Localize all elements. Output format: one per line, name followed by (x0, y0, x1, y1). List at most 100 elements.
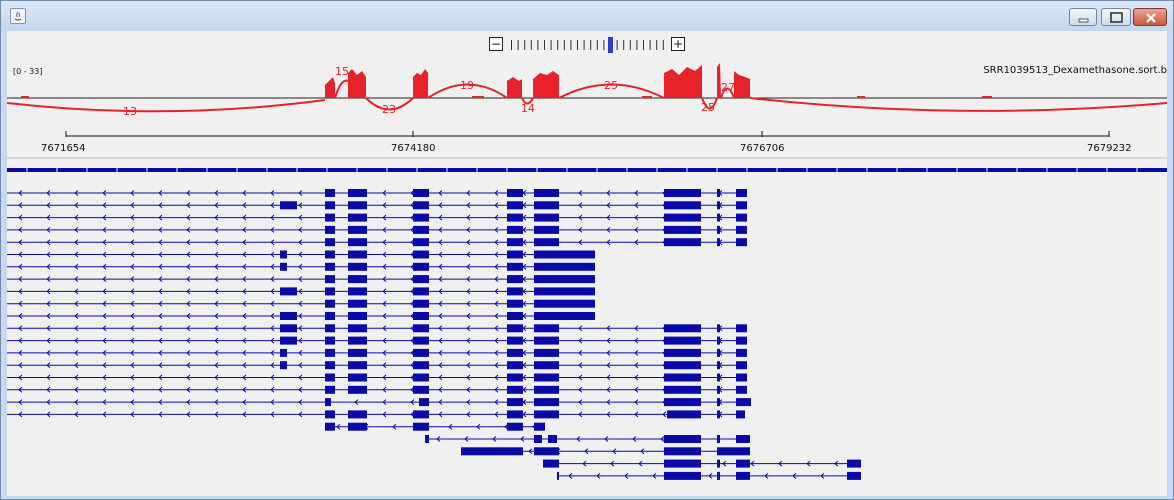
exon-block (534, 238, 559, 247)
exon-block (507, 201, 523, 210)
exon-block (413, 189, 429, 197)
exon-block (413, 312, 429, 320)
exon-block (280, 201, 297, 210)
exon-block (534, 336, 559, 345)
exon-block (534, 225, 559, 234)
exon-block (413, 324, 429, 333)
exon-block (664, 471, 701, 480)
exon-block (736, 201, 747, 210)
exon-block (413, 275, 429, 284)
exon-block (507, 312, 523, 320)
exon-block (325, 287, 335, 296)
minimize-button[interactable] (1069, 8, 1097, 26)
exon-block (280, 348, 287, 357)
alignment-canvas[interactable]: 15 19 25 27 13 23 14 25 7671654 7674180 (7, 31, 1167, 496)
close-button[interactable] (1133, 8, 1167, 26)
exon-block (413, 287, 429, 296)
exon-block (507, 348, 523, 357)
exon-block (348, 238, 367, 247)
exon-block (557, 471, 559, 480)
viewer-panel: − + [0 - 33] SRR1039513_Dexamethasone.so… (7, 31, 1167, 496)
exon-block (413, 348, 429, 357)
exon-block (348, 312, 367, 320)
exon-block (507, 398, 523, 407)
coverage-bar (533, 71, 559, 98)
exon-block (348, 410, 367, 419)
exon-block (847, 459, 861, 468)
exon-block (413, 262, 429, 271)
exon-block (736, 324, 747, 333)
exon-block (664, 398, 701, 407)
exon-block (348, 385, 367, 394)
transcript-track[interactable] (7, 168, 1167, 480)
exon-block (548, 435, 557, 443)
exon-block (325, 385, 335, 394)
exon-block (280, 287, 297, 296)
exon-block (717, 336, 720, 345)
exon-block (664, 361, 701, 370)
coverage-bar (21, 96, 29, 98)
exon-block (507, 361, 523, 370)
ruler-label: 7674180 (391, 143, 436, 154)
exon-block (507, 189, 523, 197)
exon-block (413, 410, 429, 419)
exon-block (348, 299, 367, 308)
exon-block (280, 336, 297, 345)
exon-block (543, 459, 559, 468)
exon-block (717, 213, 720, 222)
junction-label: 25 (701, 101, 715, 114)
exon-block (736, 459, 750, 468)
exon-block (348, 275, 367, 284)
exon-block (325, 189, 335, 197)
junction-track (7, 79, 1167, 113)
exon-block (664, 213, 701, 222)
exon-block (325, 348, 335, 357)
exon-block (507, 324, 523, 333)
exon-block (664, 373, 701, 382)
genome-ruler (65, 131, 1110, 137)
exon-block (664, 447, 701, 456)
exon-block (534, 189, 559, 197)
maximize-button[interactable] (1101, 8, 1131, 26)
coverage-bar (507, 77, 522, 98)
exon-block (717, 201, 720, 210)
exon-block (717, 225, 720, 234)
exon-block (736, 373, 747, 382)
exon-block (507, 275, 523, 284)
exon-block (325, 201, 335, 210)
exon-block (534, 324, 559, 333)
exon-block (413, 422, 429, 431)
exon-block (325, 275, 335, 284)
exon-block (413, 201, 429, 210)
exon-block (534, 385, 559, 394)
exon-block (425, 435, 429, 443)
ruler-label: 7679232 (1087, 143, 1132, 154)
exon-block (664, 385, 701, 394)
coverage-track (21, 63, 992, 98)
exon-block (717, 398, 720, 407)
exon-block (736, 410, 745, 419)
exon-block (348, 361, 367, 370)
exon-block (348, 336, 367, 345)
junction-label: 13 (123, 105, 137, 118)
coverage-bar (982, 96, 992, 98)
exon-block (325, 299, 335, 308)
exon-block (413, 238, 429, 247)
exon-block (736, 361, 747, 370)
exon-block (325, 336, 335, 345)
exon-block (717, 373, 720, 382)
exon-block (534, 398, 559, 407)
coverage-bar (664, 65, 702, 98)
exon-block (413, 361, 429, 370)
exon-block (534, 213, 559, 222)
exon-block (348, 225, 367, 234)
exon-block (507, 213, 523, 222)
exon-block (280, 361, 287, 370)
exon-block (325, 213, 335, 222)
ruler-label: 7676706 (740, 143, 785, 154)
app-window: − + [0 - 33] SRR1039513_Dexamethasone.so… (0, 0, 1174, 500)
exon-block (534, 262, 595, 271)
exon-block (717, 447, 750, 456)
exon-block (507, 385, 523, 394)
coverage-bar (348, 69, 366, 98)
